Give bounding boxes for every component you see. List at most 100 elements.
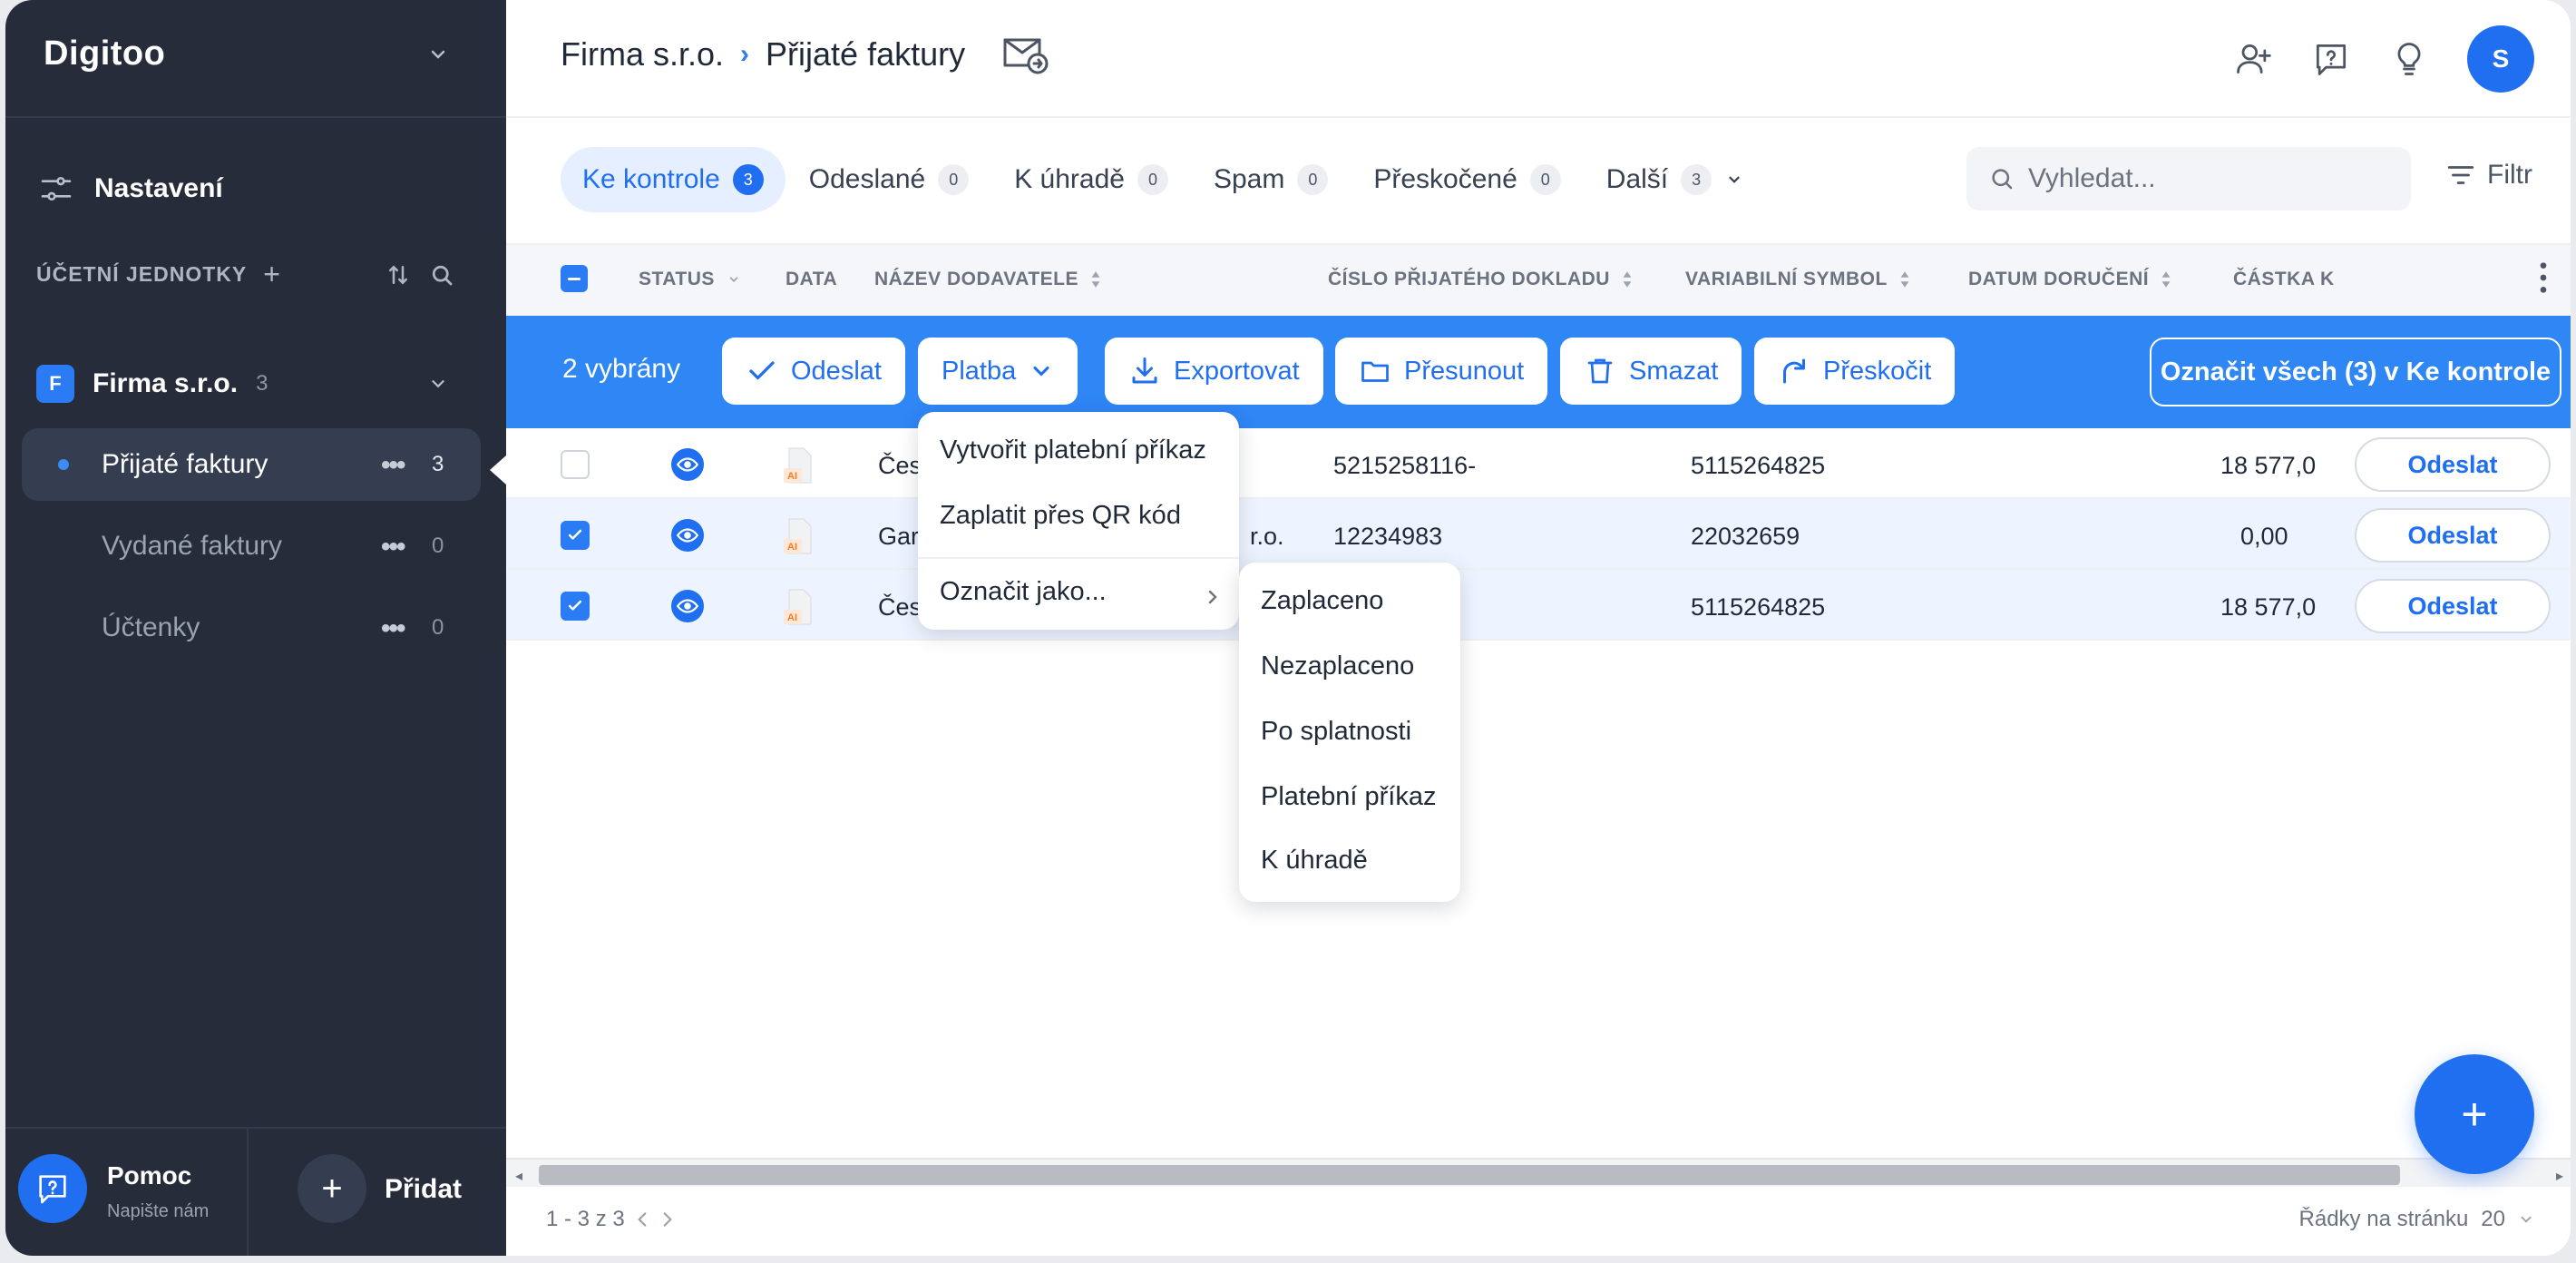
tab-dalsi[interactable]: Další 3: [1585, 147, 1766, 212]
mark-all-button[interactable]: Označit všech (3) v Ke kontrole: [2150, 338, 2561, 406]
breadcrumb-company[interactable]: Firma s.r.o.: [561, 35, 724, 73]
help-chat-icon: [39, 1175, 66, 1204]
select-all-checkbox[interactable]: [561, 265, 588, 292]
column-doc-number[interactable]: ČÍSLO PŘIJATÉHO DOKLADU: [1328, 269, 1634, 290]
rows-per-page-value[interactable]: 20: [2481, 1207, 2505, 1232]
sidebar-item-vydane-faktury[interactable]: Vydané faktury ••• 0: [22, 510, 481, 583]
active-pointer: [490, 455, 506, 485]
row-checkbox[interactable]: [561, 592, 590, 621]
tab-k-uhrade[interactable]: K úhradě 0: [992, 147, 1190, 212]
chevron-right-icon: ›: [740, 39, 750, 69]
export-button[interactable]: Exportovat: [1105, 338, 1323, 405]
lightbulb-icon[interactable]: [2389, 39, 2429, 79]
search-input[interactable]: [2028, 163, 2391, 194]
column-variable-symbol[interactable]: VARIABILNÍ SYMBOL: [1685, 269, 1911, 290]
tab-preskocene[interactable]: Přeskočené 0: [1351, 147, 1582, 212]
tab-odeslane[interactable]: Odeslané 0: [787, 147, 990, 212]
column-status[interactable]: STATUS: [639, 269, 742, 290]
variable-symbol: 5115264825: [1691, 452, 1826, 479]
menu-item-overdue[interactable]: Po splatnosti: [1261, 717, 1411, 747]
add-unit-icon[interactable]: +: [263, 259, 280, 289]
menu-divider: [918, 557, 1239, 559]
scroll-right-icon[interactable]: ▸: [2556, 1167, 2563, 1185]
footer-divider: [247, 1129, 249, 1256]
sidebar-settings[interactable]: Nastavení: [38, 163, 223, 214]
search-icon: [1992, 169, 2013, 190]
help-title[interactable]: Pomoc: [107, 1161, 191, 1190]
menu-item-pay-qr[interactable]: Zaplatit přes QR kód: [940, 501, 1181, 531]
help-button[interactable]: [18, 1154, 87, 1223]
sidebar-header[interactable]: Digitoo: [5, 0, 506, 118]
chevron-down-icon[interactable]: [426, 374, 450, 394]
scroll-left-icon[interactable]: ◂: [515, 1167, 522, 1185]
sidebar-item-prijate-faktury[interactable]: Přijaté faktury ••• 3: [22, 428, 481, 501]
column-amount[interactable]: ČÁSTKA K: [2233, 269, 2335, 290]
avatar[interactable]: S: [2467, 25, 2534, 93]
document-ai-icon[interactable]: AI: [782, 517, 816, 557]
eye-icon[interactable]: [671, 448, 704, 481]
column-label: DATUM DORUČENÍ: [1968, 269, 2150, 289]
tab-spam[interactable]: Spam 0: [1192, 147, 1350, 212]
help-icon[interactable]: [2311, 39, 2351, 79]
document-ai-icon[interactable]: AI: [782, 588, 816, 628]
more-vertical-icon[interactable]: [2538, 259, 2549, 296]
move-button[interactable]: Přesunout: [1335, 338, 1548, 405]
amount: 18 577,0: [2220, 593, 2317, 621]
table-row[interactable]: AI Gar r.o. 12234983 22032659 0,00 Odesl…: [506, 499, 2571, 570]
row-send-button[interactable]: Odeslat: [2355, 508, 2551, 563]
table-header: STATUS DATA NÁZEV DODAVATELE ČÍSLO PŘIJA…: [506, 243, 2571, 316]
top-actions: S: [2233, 25, 2534, 93]
sidebar-item-count: 3: [432, 452, 444, 476]
row-checkbox[interactable]: [561, 521, 590, 550]
tab-ke-kontrole[interactable]: Ke kontrole 3: [561, 147, 785, 212]
search-icon[interactable]: [428, 261, 455, 289]
status-tabs: Ke kontrole 3 Odeslané 0 K úhradě 0 Spam 0 P…: [561, 145, 1768, 214]
menu-item-create-payment-order[interactable]: Vytvořit platební příkaz: [940, 436, 1206, 465]
mail-forward-icon[interactable]: [1000, 33, 1050, 76]
scrollbar-thumb[interactable]: [539, 1165, 2400, 1185]
payment-button[interactable]: Platba: [918, 338, 1078, 405]
column-data[interactable]: DATA: [785, 269, 837, 290]
menu-item-unpaid[interactable]: Nezaplaceno: [1261, 651, 1414, 681]
menu-item-to-pay[interactable]: K úhradě: [1261, 846, 1368, 876]
section-label: ÚČETNÍ JEDNOTKY: [36, 261, 248, 286]
eye-icon[interactable]: [671, 519, 704, 552]
chevron-down-icon[interactable]: [2518, 1213, 2534, 1226]
table-row[interactable]: AI Čes 5115264825 18 577,0 Odeslat: [506, 570, 2571, 641]
row-send-button[interactable]: Odeslat: [2355, 437, 2551, 492]
eye-icon[interactable]: [671, 590, 704, 622]
horizontal-scrollbar[interactable]: ◂ ▸: [506, 1158, 2571, 1187]
search-box[interactable]: [1966, 147, 2411, 210]
more-icon[interactable]: •••: [381, 613, 405, 644]
sidebar-item-label: Vydané faktury: [102, 531, 282, 561]
chevron-left-icon[interactable]: [634, 1209, 650, 1229]
more-icon[interactable]: •••: [381, 450, 405, 481]
sort-icon[interactable]: [385, 261, 412, 289]
sidebar-item-uctenky[interactable]: Účtenky ••• 0: [22, 592, 481, 664]
check-icon: [568, 529, 582, 540]
delete-button[interactable]: Smazat: [1560, 338, 1742, 405]
add-label[interactable]: Přidat: [385, 1174, 462, 1205]
menu-item-payment-order[interactable]: Platební příkaz: [1261, 782, 1436, 812]
table-row[interactable]: AI Čes 5215258116- 5115264825 18 577,0 O…: [506, 428, 2571, 499]
column-supplier[interactable]: NÁZEV DODAVATELE: [874, 269, 1102, 290]
add-button[interactable]: +: [298, 1154, 366, 1223]
main-content: Firma s.r.o. › Přijaté faktury S Ke kont…: [506, 0, 2571, 1256]
send-button[interactable]: Odeslat: [722, 338, 905, 405]
more-icon[interactable]: •••: [381, 532, 405, 563]
company-selector[interactable]: F Firma s.r.o. 3: [36, 361, 463, 406]
row-send-button[interactable]: Odeslat: [2355, 579, 2551, 633]
skip-button[interactable]: Přeskočit: [1754, 338, 1956, 405]
export-label: Exportovat: [1174, 356, 1300, 386]
add-user-icon[interactable]: [2233, 39, 2273, 79]
column-delivery-date[interactable]: DATUM DORUČENÍ: [1968, 269, 2172, 290]
menu-item-paid[interactable]: Zaplaceno: [1261, 586, 1383, 616]
menu-item-mark-as[interactable]: Označit jako...: [940, 577, 1107, 607]
filter-button[interactable]: Filtr: [2445, 160, 2532, 191]
document-ai-icon[interactable]: AI: [782, 446, 816, 486]
chevron-right-icon[interactable]: [659, 1209, 676, 1229]
rows-per-page[interactable]: Řádky na stránku 20: [2299, 1207, 2534, 1232]
row-checkbox[interactable]: [561, 450, 590, 479]
add-fab-button[interactable]: +: [2415, 1054, 2534, 1174]
chevron-down-icon[interactable]: [424, 44, 452, 65]
